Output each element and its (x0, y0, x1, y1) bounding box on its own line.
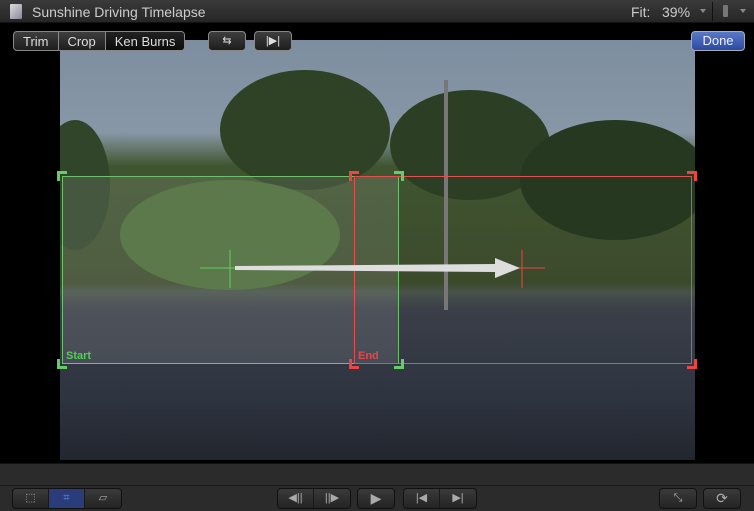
fullscreen-group: ⤡ (659, 488, 697, 509)
fullscreen-button[interactable]: ⤡ (660, 489, 696, 508)
go-to-start-button[interactable]: |◀ (404, 489, 440, 508)
frame-step-group: ◀|| ||▶ (277, 488, 351, 509)
navigation-group: |◀ ▶| (403, 488, 477, 509)
loop-button[interactable]: ⟳ (704, 489, 740, 508)
distort-icon[interactable]: ▱ (85, 489, 121, 508)
loop-group: ⟳ (703, 488, 741, 509)
motion-arrow[interactable] (0, 0, 754, 511)
play-button[interactable]: ▶ (358, 489, 394, 508)
go-to-end-button[interactable]: ▶| (440, 489, 476, 508)
play-group: ▶ (357, 488, 395, 509)
crop-icon[interactable]: ⌗ (49, 489, 85, 508)
next-frame-button[interactable]: ||▶ (314, 489, 350, 508)
previous-frame-button[interactable]: ◀|| (278, 489, 314, 508)
transform-tools: ⬚ ⌗ ▱ (12, 488, 122, 509)
transform-icon[interactable]: ⬚ (13, 489, 49, 508)
bottom-toolbar: ⬚ ⌗ ▱ ◀|| ||▶ ▶ |◀ ▶| ⤡ ⟳ (0, 463, 754, 511)
